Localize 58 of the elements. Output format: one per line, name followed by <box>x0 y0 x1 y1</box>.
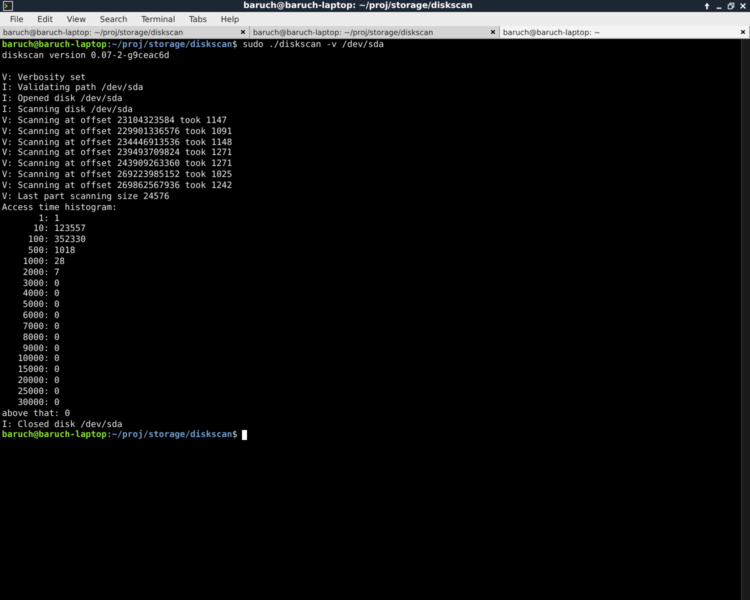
prompt-colon: : <box>106 40 112 50</box>
prompt-sign: $ <box>232 40 238 50</box>
output-line: 100: 352330 <box>27 235 86 246</box>
output-line: 9000: 0 <box>22 344 60 354</box>
prompt-user-host: baruch@baruch-laptop <box>2 430 107 440</box>
output-line: V: Scanning at offset 234446913536 took 1148 <box>2 138 232 148</box>
menu-item[interactable]: File <box>4 14 30 24</box>
output-line: 10000: 0 <box>16 354 60 364</box>
output-line: above that: 0 <box>2 408 70 419</box>
output-line: 3000: 0 <box>22 278 60 289</box>
close-icon[interactable] <box>240 29 246 35</box>
output-line: I: Scanning disk /dev/sda <box>2 105 133 116</box>
menu-item[interactable]: Edit <box>31 14 59 24</box>
output-line: I: Opened disk /dev/sda <box>2 94 122 104</box>
output-line: V: Scanning at offset 239493709824 took 1271 <box>2 148 232 158</box>
output-line: 1: 1 <box>38 214 60 224</box>
output-line: V: Verbosity set <box>2 72 86 83</box>
prompt-colon: : <box>106 430 112 440</box>
output-line: 10: 123557 <box>32 224 86 234</box>
close-icon[interactable] <box>490 29 496 35</box>
prompt-sign: $ <box>232 430 238 440</box>
output-line: 500: 1018 <box>27 246 76 256</box>
output-line: Access time histogram: <box>2 202 118 213</box>
output-line: 5000: 0 <box>22 300 60 310</box>
terminal-icon <box>3 1 13 11</box>
output-line: 1000: 28 <box>22 256 65 267</box>
output-line: I: Closed disk /dev/sda <box>2 420 122 430</box>
output-line: V: Scanning at offset 229901336576 took 1091 <box>2 126 232 137</box>
command-text: sudo ./diskscan -v /dev/sda <box>242 40 384 50</box>
restore-icon[interactable] <box>727 2 735 10</box>
output-line: diskscan version 0.07-2-g9ceac6d <box>2 50 170 61</box>
output-line: 6000: 0 <box>22 311 60 322</box>
menu-item[interactable]: View <box>60 14 92 24</box>
menu-item[interactable]: Search <box>94 14 134 24</box>
scrollbar[interactable] <box>741 39 750 600</box>
arrow-up-icon[interactable] <box>703 2 711 10</box>
prompt-path: ~/proj/storage/diskscan <box>112 40 232 50</box>
output-line: V: Scanning at offset 269862567936 took 1242 <box>2 180 232 191</box>
output-line: 20000: 0 <box>16 376 60 386</box>
output-line: 4000: 0 <box>22 289 60 300</box>
output-line: 25000: 0 <box>16 387 60 397</box>
menu-item[interactable]: Terminal <box>135 14 182 24</box>
prompt-user-host: baruch@baruch-laptop <box>2 40 107 50</box>
output-line: 15000: 0 <box>16 365 60 376</box>
output-line: 7000: 0 <box>22 322 60 332</box>
menu-item[interactable]: Tabs <box>183 14 213 24</box>
output-line: I: Validating path /dev/sda <box>2 83 144 94</box>
output-line: V: Scanning at offset 243909263360 took 1271 <box>2 159 232 170</box>
output-line: V: Last part scanning size 24576 <box>2 192 170 202</box>
prompt-path: ~/proj/storage/diskscan <box>112 430 232 440</box>
window-title: baruch@baruch-laptop: ~/proj/storage/diskscan <box>242 1 474 11</box>
output-line: 30000: 0 <box>16 398 60 408</box>
output-line: V: Scanning at offset 269223985152 took 1025 <box>2 170 232 180</box>
output-line: 8000: 0 <box>22 332 60 343</box>
menu-item[interactable]: Help <box>214 14 246 24</box>
output-line: 2000: 7 <box>22 268 60 278</box>
output-line: V: Scanning at offset 23104323584 took 1147 <box>2 116 227 126</box>
close-icon[interactable] <box>740 29 746 35</box>
